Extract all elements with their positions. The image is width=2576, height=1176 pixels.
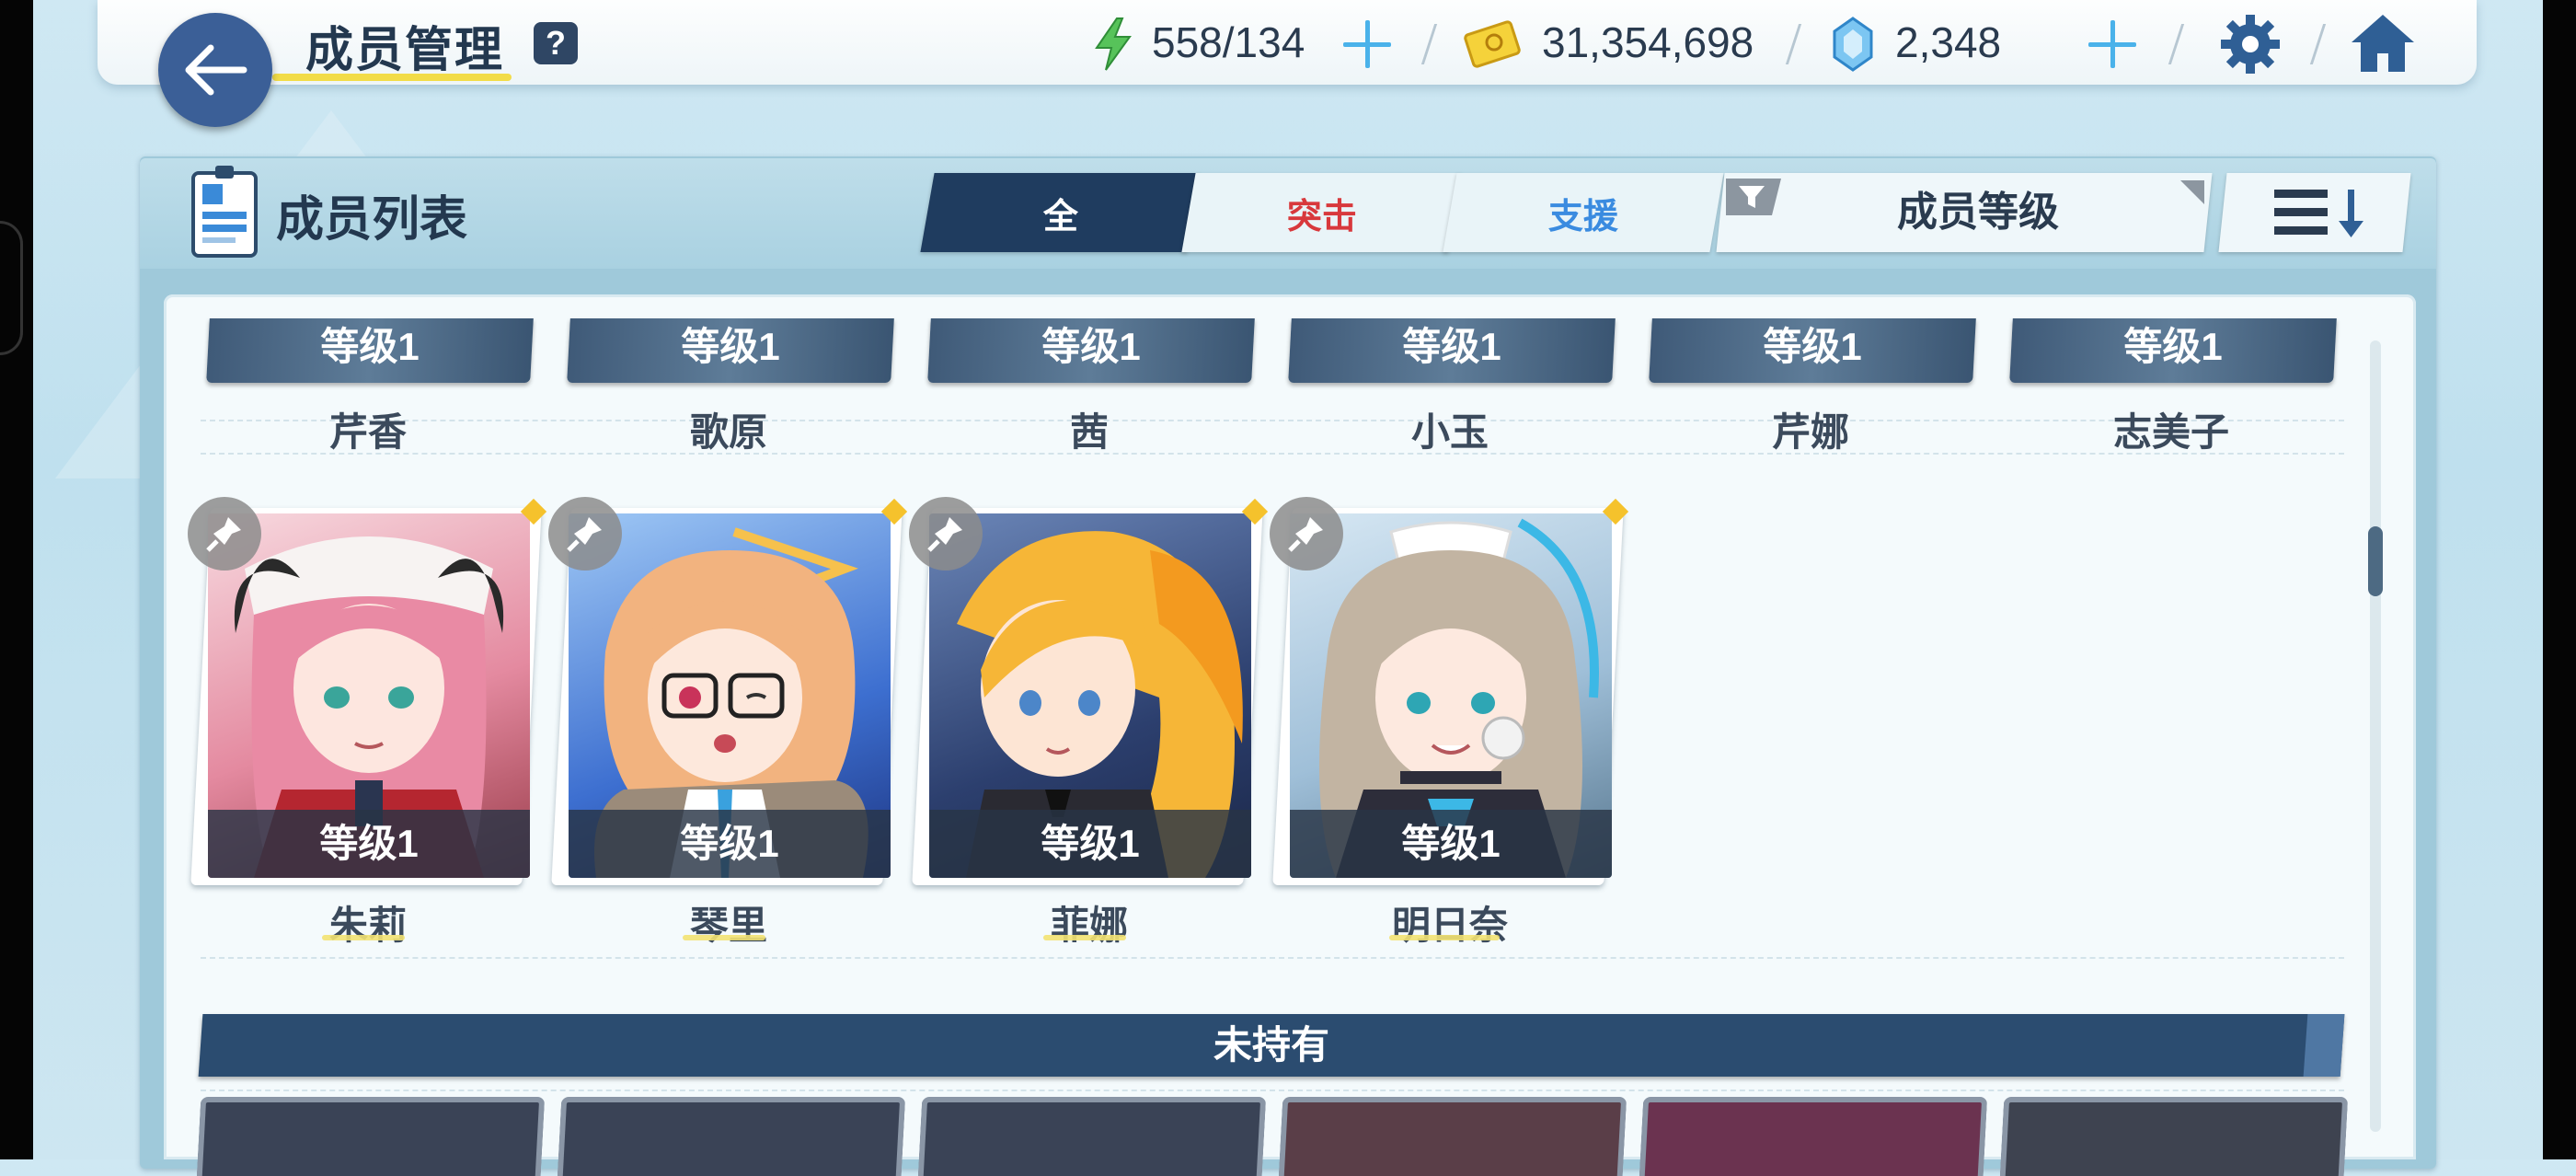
add-gems-button[interactable]: [2085, 17, 2140, 72]
scrollbar-track[interactable]: [2370, 340, 2381, 1132]
energy-value: 558/134: [1152, 18, 1305, 66]
member-name: 小玉: [1410, 410, 1489, 454]
member-portrait: 等级1: [1290, 513, 1612, 878]
pin-icon: [206, 517, 241, 552]
unowned-member-card[interactable]: [1999, 1097, 2349, 1176]
unowned-section-label: 未持有: [1213, 1023, 1329, 1066]
pin-button[interactable]: [188, 497, 261, 571]
level-label: 等级1: [2123, 325, 2223, 368]
level-label: 等级1: [681, 325, 780, 368]
add-energy-button[interactable]: [1340, 17, 1395, 72]
member-name: 琴里: [689, 904, 767, 947]
pin-icon: [1288, 517, 1323, 552]
pin-icon: [567, 517, 602, 552]
pin-icon: [927, 517, 962, 552]
scrollbar-thumb[interactable]: [2368, 526, 2383, 596]
tab-label: 支援: [1547, 197, 1618, 236]
credit-value: 31,354,698: [1542, 18, 1754, 66]
energy-icon: [1095, 17, 1132, 71]
panel-title: 成员列表: [276, 193, 468, 247]
screen-edge-left: [0, 0, 33, 1159]
pin-button[interactable]: [548, 497, 622, 571]
member-name: 朱莉: [328, 904, 407, 947]
unowned-member-card[interactable]: [196, 1097, 546, 1176]
member-name: 芹香: [328, 410, 407, 454]
row-divider: [201, 1090, 2344, 1091]
name-underline: [1043, 935, 1126, 940]
unowned-member-card[interactable]: [557, 1097, 906, 1176]
unowned-member-card[interactable]: [1278, 1097, 1627, 1176]
tab-label: 突击: [1286, 197, 1357, 236]
member-name: 志美子: [2112, 410, 2229, 454]
member-portrait: 等级1: [569, 513, 891, 878]
tab-all[interactable]: 全: [920, 173, 1202, 252]
tab-label: 全: [1042, 197, 1078, 236]
credit-icon: [1464, 20, 1521, 68]
member-list-icon: [191, 166, 258, 258]
home-icon[interactable]: [2350, 11, 2416, 75]
unowned-member-card[interactable]: [917, 1097, 1267, 1176]
level-label: 等级1: [569, 810, 891, 878]
level-label: 等级1: [1041, 325, 1141, 368]
level-label: 等级1: [320, 325, 420, 368]
level-label: 等级1: [1763, 325, 1862, 368]
pin-button[interactable]: [909, 497, 983, 571]
sort-descending-icon: [2274, 190, 2363, 237]
gem-icon: [1833, 17, 1873, 72]
name-underline: [1389, 935, 1500, 940]
tab-striker[interactable]: 突击: [1181, 173, 1463, 252]
title-underline: [272, 74, 512, 81]
member-name: 菲娜: [1050, 904, 1128, 947]
level-label: 等级1: [1402, 325, 1501, 368]
page-title: 成员管理: [305, 24, 505, 77]
name-underline: [322, 935, 405, 940]
member-name: 歌原: [689, 410, 767, 454]
sort-label: 成员等级: [1897, 190, 2059, 235]
pin-button[interactable]: [1270, 497, 1343, 571]
unowned-member-card[interactable]: [1639, 1097, 1988, 1176]
level-label: 等级1: [208, 810, 530, 878]
filter-tabs: 全 突击 支援: [920, 173, 1724, 252]
member-name: 芹娜: [1771, 410, 1849, 454]
member-name: 茜: [1069, 410, 1109, 454]
gem-value: 2,348: [1895, 18, 2002, 66]
arrow-left-icon: [185, 44, 247, 96]
back-button[interactable]: [158, 13, 272, 127]
row-divider: [201, 957, 2344, 959]
level-label: 等级1: [929, 810, 1251, 878]
member-portrait: 等级1: [208, 513, 530, 878]
member-name: 明日奈: [1391, 904, 1508, 947]
tab-support[interactable]: 支援: [1443, 173, 1724, 252]
name-underline: [683, 935, 765, 940]
screen-edge-right: [2543, 0, 2576, 1159]
help-button[interactable]: ?: [534, 22, 578, 64]
gear-icon[interactable]: [2219, 13, 2282, 75]
member-portrait: 等级1: [929, 513, 1251, 878]
level-label: 等级1: [1290, 810, 1612, 878]
